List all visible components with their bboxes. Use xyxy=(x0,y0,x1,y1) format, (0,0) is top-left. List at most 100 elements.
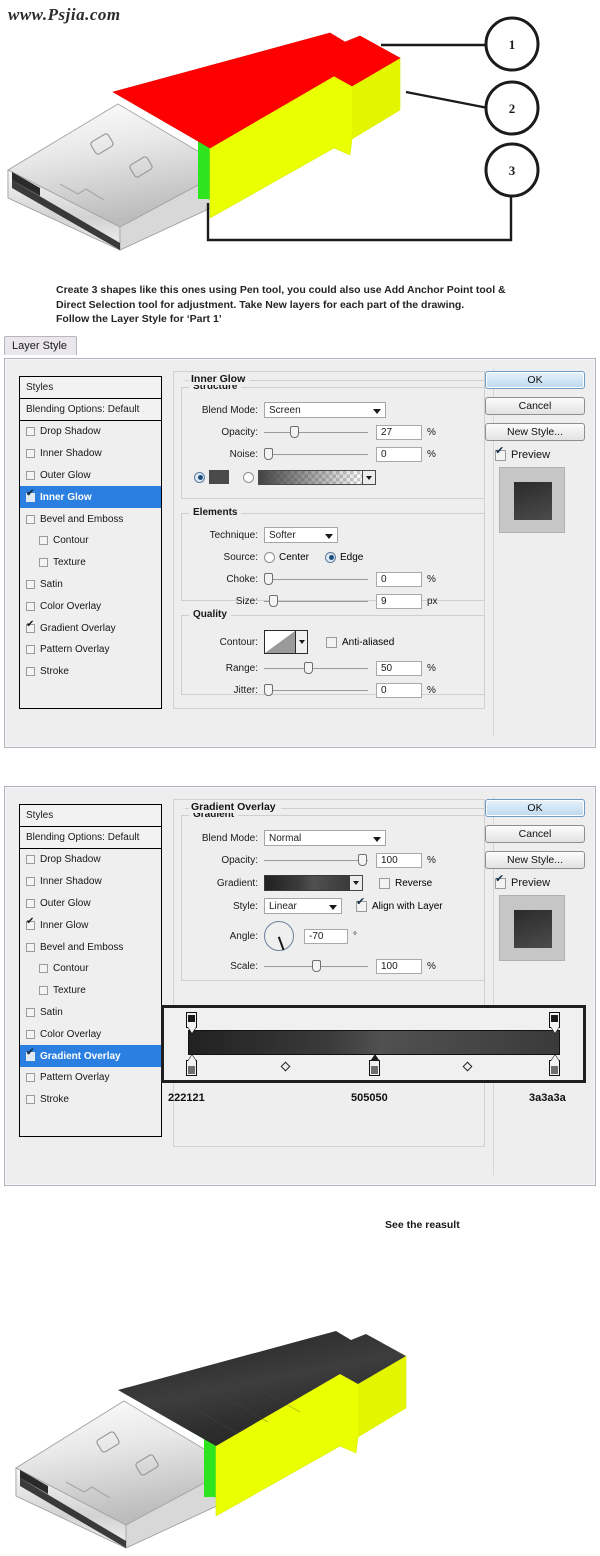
blend-mode-select[interactable]: Screen xyxy=(264,402,386,418)
style-row-texture[interactable]: Texture xyxy=(20,552,161,574)
slider-knob[interactable] xyxy=(264,573,273,585)
checkbox-texture[interactable] xyxy=(39,558,48,568)
gradient-opacity-stop-end[interactable] xyxy=(549,1012,560,1033)
checkbox-outer-glow[interactable] xyxy=(26,470,35,480)
source-edge-radio[interactable] xyxy=(325,551,337,563)
gradient-opacity-stop-start[interactable] xyxy=(186,1012,197,1033)
checkbox-contour[interactable] xyxy=(39,536,48,546)
checkbox-stroke[interactable] xyxy=(26,1095,35,1105)
checkbox-pattern-overlay[interactable] xyxy=(26,1073,35,1083)
checkbox-contour[interactable] xyxy=(39,964,48,974)
range-slider[interactable] xyxy=(264,661,368,675)
style-row-contour[interactable]: Contour xyxy=(20,958,161,980)
checkbox-satin[interactable] xyxy=(26,579,35,589)
range-input[interactable]: 50 xyxy=(376,660,422,676)
styles-panel-gradient-overlay[interactable]: Styles Blending Options: Default Drop Sh… xyxy=(19,804,162,1137)
style-row-pattern-overlay[interactable]: Pattern Overlay xyxy=(20,639,161,661)
checkbox-gradient-overlay[interactable] xyxy=(26,620,35,633)
checkbox-texture[interactable] xyxy=(39,986,48,996)
source-center-radio[interactable] xyxy=(264,551,275,563)
checkbox-pattern-overlay[interactable] xyxy=(26,645,35,655)
slider-knob[interactable] xyxy=(304,662,313,674)
checkbox-drop-shadow[interactable] xyxy=(26,855,35,865)
angle-input[interactable]: -70 xyxy=(304,928,348,944)
checkbox-color-overlay[interactable] xyxy=(26,1029,35,1039)
style-row-inner-glow[interactable]: Inner Glow xyxy=(20,486,161,509)
opacity-input[interactable]: 27 xyxy=(376,424,422,440)
checkbox-gradient-overlay[interactable] xyxy=(26,1048,35,1061)
scale-input[interactable]: 100 xyxy=(376,958,422,974)
scale-slider[interactable] xyxy=(264,959,368,973)
preview-toggle-row[interactable]: Preview xyxy=(495,446,585,461)
gradient-color-stop-3[interactable] xyxy=(549,1055,560,1076)
ok-button[interactable]: OK xyxy=(485,799,585,817)
noise-input[interactable]: 0 xyxy=(376,446,422,462)
technique-select[interactable]: Softer xyxy=(264,527,338,543)
style-row-texture[interactable]: Texture xyxy=(20,980,161,1002)
style-row-outer-glow[interactable]: Outer Glow xyxy=(20,893,161,915)
slider-knob[interactable] xyxy=(264,448,273,460)
slider-knob[interactable] xyxy=(264,684,273,696)
style-row-bevel-and-emboss[interactable]: Bevel and Emboss xyxy=(20,508,161,530)
opacity-input[interactable]: 100 xyxy=(376,852,422,868)
blending-options-row[interactable]: Blending Options: Default xyxy=(20,399,161,421)
style-row-stroke[interactable]: Stroke xyxy=(20,1089,161,1111)
style-row-bevel-and-emboss[interactable]: Bevel and Emboss xyxy=(20,936,161,958)
checkbox-outer-glow[interactable] xyxy=(26,898,35,908)
cancel-button[interactable]: Cancel xyxy=(485,825,585,843)
style-row-satin[interactable]: Satin xyxy=(20,574,161,596)
glow-gradient-dropdown[interactable] xyxy=(363,469,376,485)
style-select[interactable]: Linear xyxy=(264,898,342,914)
glow-gradient-preview[interactable] xyxy=(258,469,363,485)
style-row-contour[interactable]: Contour xyxy=(20,530,161,552)
style-row-satin[interactable]: Satin xyxy=(20,1002,161,1024)
contour-preview[interactable] xyxy=(264,630,296,654)
preview-toggle-row[interactable]: Preview xyxy=(495,874,585,889)
choke-input[interactable]: 0 xyxy=(376,571,422,587)
slider-knob[interactable] xyxy=(290,426,299,438)
anti-aliased-checkbox[interactable] xyxy=(326,636,337,648)
glow-gradient-radio[interactable] xyxy=(243,471,254,483)
choke-slider[interactable] xyxy=(264,572,368,586)
style-row-pattern-overlay[interactable]: Pattern Overlay xyxy=(20,1067,161,1089)
style-row-gradient-overlay[interactable]: Gradient Overlay xyxy=(20,617,161,639)
checkbox-inner-shadow[interactable] xyxy=(26,877,35,887)
angle-dial[interactable] xyxy=(264,921,294,951)
checkbox-bevel-and-emboss[interactable] xyxy=(26,942,35,952)
style-row-outer-glow[interactable]: Outer Glow xyxy=(20,465,161,487)
size-slider[interactable] xyxy=(264,594,368,608)
cancel-button[interactable]: Cancel xyxy=(485,397,585,415)
style-row-stroke[interactable]: Stroke xyxy=(20,661,161,683)
style-row-inner-shadow[interactable]: Inner Shadow xyxy=(20,443,161,465)
checkbox-stroke[interactable] xyxy=(26,667,35,677)
checkbox-inner-shadow[interactable] xyxy=(26,449,35,459)
slider-knob[interactable] xyxy=(358,854,367,866)
style-row-color-overlay[interactable]: Color Overlay xyxy=(20,595,161,617)
blend-mode-select[interactable]: Normal xyxy=(264,830,386,846)
checkbox-satin[interactable] xyxy=(26,1007,35,1017)
blending-options-row[interactable]: Blending Options: Default xyxy=(20,827,161,849)
reverse-checkbox[interactable] xyxy=(379,877,390,889)
style-row-inner-glow[interactable]: Inner Glow xyxy=(20,914,161,936)
new-style-button[interactable]: New Style... xyxy=(485,423,585,441)
style-row-gradient-overlay[interactable]: Gradient Overlay xyxy=(20,1045,161,1067)
size-input[interactable]: 9 xyxy=(376,593,422,609)
style-row-color-overlay[interactable]: Color Overlay xyxy=(20,1023,161,1045)
slider-knob[interactable] xyxy=(312,960,321,972)
jitter-input[interactable]: 0 xyxy=(376,682,422,698)
styles-panel-inner-glow[interactable]: Styles Blending Options: Default Drop Sh… xyxy=(19,376,162,709)
gradient-preview[interactable] xyxy=(264,875,350,891)
gradient-editor-bar[interactable] xyxy=(188,1030,560,1055)
preview-checkbox[interactable] xyxy=(495,874,506,889)
noise-slider[interactable] xyxy=(264,447,368,461)
glow-color-solid-radio[interactable] xyxy=(194,471,205,483)
checkbox-inner-glow[interactable] xyxy=(26,917,35,930)
gradient-midpoint-1[interactable] xyxy=(280,1061,291,1072)
gradient-color-stop-2[interactable] xyxy=(369,1055,380,1076)
checkbox-color-overlay[interactable] xyxy=(26,601,35,611)
checkbox-inner-glow[interactable] xyxy=(26,489,35,502)
gradient-editor-strip[interactable] xyxy=(161,1005,586,1083)
align-with-layer-checkbox[interactable] xyxy=(356,897,367,912)
ok-button[interactable]: OK xyxy=(485,371,585,389)
gradient-color-stop-1[interactable] xyxy=(186,1055,197,1076)
